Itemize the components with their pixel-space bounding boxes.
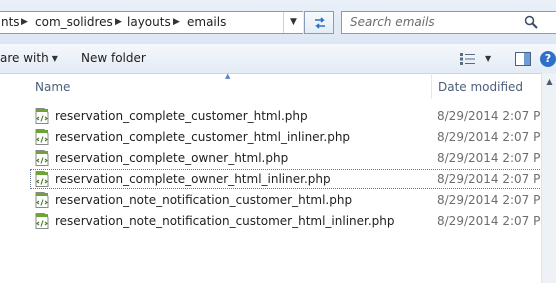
breadcrumb-item[interactable]: nts bbox=[1, 12, 20, 33]
chevron-down-icon[interactable]: ▼ bbox=[283, 12, 303, 33]
breadcrumb-separator-icon[interactable]: ▶ bbox=[115, 12, 122, 33]
file-row[interactable]: reservation_complete_customer_html.php 8… bbox=[30, 106, 556, 126]
view-options-icon[interactable] bbox=[460, 53, 476, 65]
vertical-scrollbar[interactable]: ▲ bbox=[541, 73, 556, 283]
file-name: reservation_note_notification_customer_h… bbox=[55, 193, 353, 207]
file-date: 8/29/2014 2:07 PM bbox=[437, 193, 551, 207]
file-row[interactable]: reservation_note_notification_customer_h… bbox=[30, 211, 556, 231]
help-icon[interactable]: ? bbox=[540, 51, 556, 67]
file-row-focused[interactable]: reservation_complete_owner_html_inliner.… bbox=[30, 169, 556, 189]
file-row[interactable]: reservation_complete_owner_html.php 8/29… bbox=[30, 148, 556, 168]
share-with-label: are with bbox=[0, 51, 49, 65]
breadcrumb-separator-icon[interactable]: ▶ bbox=[21, 12, 28, 33]
file-name: reservation_complete_customer_html.php bbox=[55, 109, 308, 123]
file-date: 8/29/2014 2:07 PM bbox=[437, 172, 551, 186]
file-date: 8/29/2014 2:07 PM bbox=[437, 130, 551, 144]
search-input[interactable]: Search emails bbox=[341, 11, 556, 34]
file-name: reservation_complete_owner_html_inliner.… bbox=[55, 172, 331, 186]
file-date: 8/29/2014 2:07 PM bbox=[437, 151, 551, 165]
address-row: nts ▶ com_solidres ▶ layouts ▶ emails ▼ … bbox=[0, 0, 556, 44]
file-name: reservation_complete_customer_html_inlin… bbox=[55, 130, 351, 144]
php-file-icon bbox=[35, 192, 49, 208]
php-file-icon bbox=[35, 150, 49, 166]
php-file-icon bbox=[35, 171, 49, 187]
php-file-icon bbox=[35, 129, 49, 145]
file-name: reservation_note_notification_customer_h… bbox=[55, 214, 395, 228]
column-divider[interactable] bbox=[431, 73, 432, 99]
search-icon[interactable] bbox=[524, 15, 538, 29]
column-header-name[interactable]: Name bbox=[35, 73, 70, 100]
file-name: reservation_complete_owner_html.php bbox=[55, 151, 289, 165]
preview-pane-icon[interactable] bbox=[515, 52, 531, 66]
breadcrumb-item[interactable]: layouts bbox=[127, 12, 171, 33]
breadcrumb[interactable]: nts ▶ com_solidres ▶ layouts ▶ emails ▼ bbox=[0, 11, 303, 34]
breadcrumb-item[interactable]: emails bbox=[187, 12, 226, 33]
chevron-down-icon[interactable]: ▼ bbox=[485, 44, 491, 73]
column-header-date-modified[interactable]: Date modified bbox=[438, 73, 523, 100]
scroll-up-icon[interactable]: ▲ bbox=[542, 73, 556, 90]
file-row[interactable]: reservation_note_notification_customer_h… bbox=[30, 190, 556, 210]
search-placeholder: Search emails bbox=[350, 15, 435, 29]
breadcrumb-separator-icon[interactable]: ▶ bbox=[173, 12, 180, 33]
file-row[interactable]: reservation_complete_customer_html_inlin… bbox=[30, 127, 556, 147]
new-folder-button[interactable]: New folder bbox=[81, 44, 146, 73]
chevron-down-icon: ▼ bbox=[51, 54, 58, 63]
file-date: 8/29/2014 2:07 PM bbox=[437, 109, 551, 123]
refresh-button[interactable] bbox=[304, 11, 334, 34]
php-file-icon bbox=[35, 213, 49, 229]
sort-ascending-icon: ▲ bbox=[225, 72, 231, 80]
refresh-icon bbox=[315, 17, 325, 29]
php-file-icon bbox=[35, 108, 49, 124]
file-date: 8/29/2014 2:07 PM bbox=[437, 214, 551, 228]
toolbar: are with ▼ New folder ▼ ? bbox=[0, 44, 556, 74]
breadcrumb-item[interactable]: com_solidres bbox=[35, 12, 113, 33]
share-with-button[interactable]: are with ▼ bbox=[0, 44, 58, 73]
